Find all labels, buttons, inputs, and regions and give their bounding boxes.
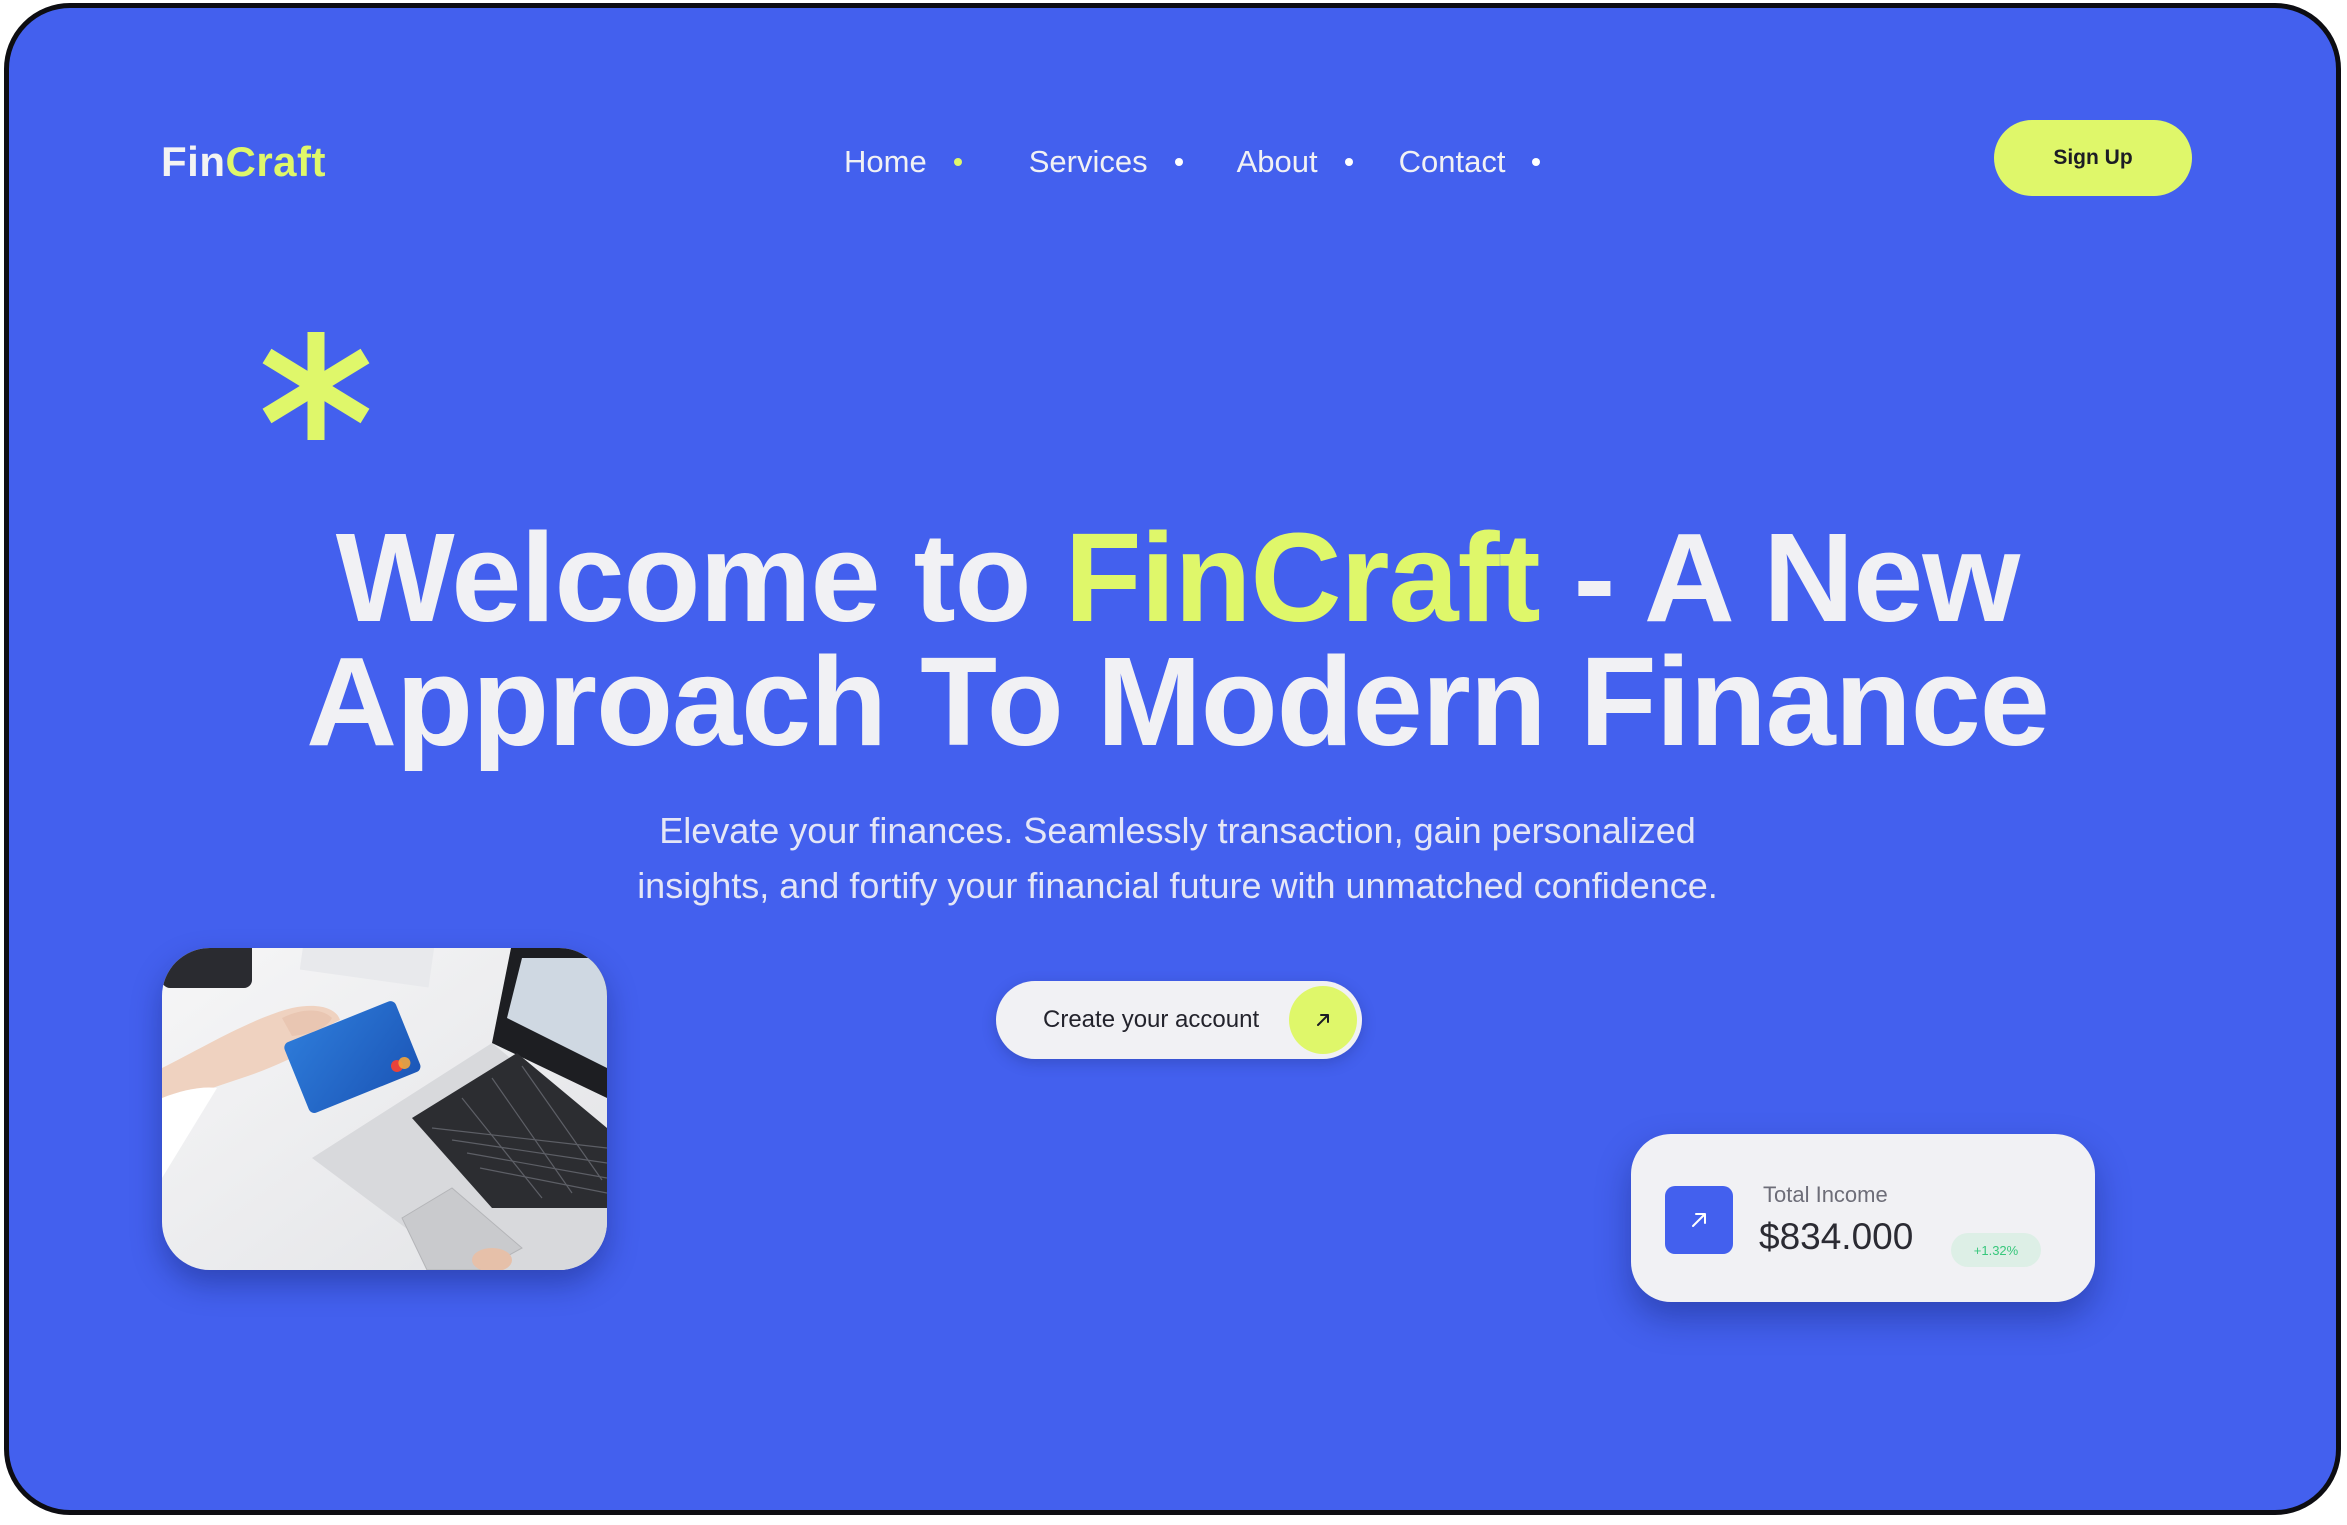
change-badge: +1.32% <box>1951 1233 2041 1267</box>
main-nav: Home Services About Contact <box>844 144 1541 180</box>
nav-item-label: About <box>1236 144 1318 179</box>
dot-icon <box>1344 158 1353 166</box>
hero-subtitle-line2: insights, and fortify your financial fut… <box>637 865 1718 906</box>
nav-item-services[interactable]: Services <box>1029 144 1183 180</box>
logo-text-accent: Craft <box>225 138 326 185</box>
landing-page: FinCraft Home Services About Contact Sig… <box>4 3 2341 1515</box>
hero-title-line2: Approach To Modern Finance <box>306 631 2050 772</box>
nav-item-contact[interactable]: Contact <box>1399 144 1541 180</box>
nav-item-about[interactable]: About <box>1237 144 1353 180</box>
dot-icon <box>1174 158 1183 166</box>
logo-text-primary: Fin <box>161 138 226 185</box>
hero-subtitle: Elevate your finances. Seamlessly transa… <box>9 803 2336 913</box>
payment-photo <box>162 948 607 1270</box>
active-dot-icon <box>953 158 962 166</box>
nav-item-label: Contact <box>1398 144 1506 179</box>
total-income-card: Total Income $834.000 +1.32% <box>1631 1134 2095 1302</box>
total-income-label: Total Income <box>1763 1182 1888 1207</box>
total-income-value: $834.000 <box>1759 1216 1914 1257</box>
hero-title: Welcome to FinCraft - A New Approach To … <box>9 515 2336 765</box>
asterisk-icon <box>262 332 370 440</box>
create-account-button[interactable]: Create your account <box>996 981 1362 1059</box>
logo[interactable]: FinCraft <box>161 138 326 186</box>
signup-button[interactable]: Sign Up <box>1994 120 2192 196</box>
hero-title-part1: Welcome to <box>335 507 1065 648</box>
arrow-up-right-icon <box>1665 1186 1733 1254</box>
arrow-up-right-icon <box>1289 986 1357 1054</box>
hero-title-part2: - A New <box>1539 507 2021 648</box>
nav-item-label: Services <box>1028 144 1148 179</box>
dot-icon <box>1532 158 1541 166</box>
nav-item-home[interactable]: Home <box>844 144 962 180</box>
nav-item-label: Home <box>844 144 927 179</box>
hero-title-brand: FinCraft <box>1064 507 1541 648</box>
create-account-label: Create your account <box>1043 1006 1260 1033</box>
hero-subtitle-line1: Elevate your finances. Seamlessly transa… <box>659 810 1696 851</box>
